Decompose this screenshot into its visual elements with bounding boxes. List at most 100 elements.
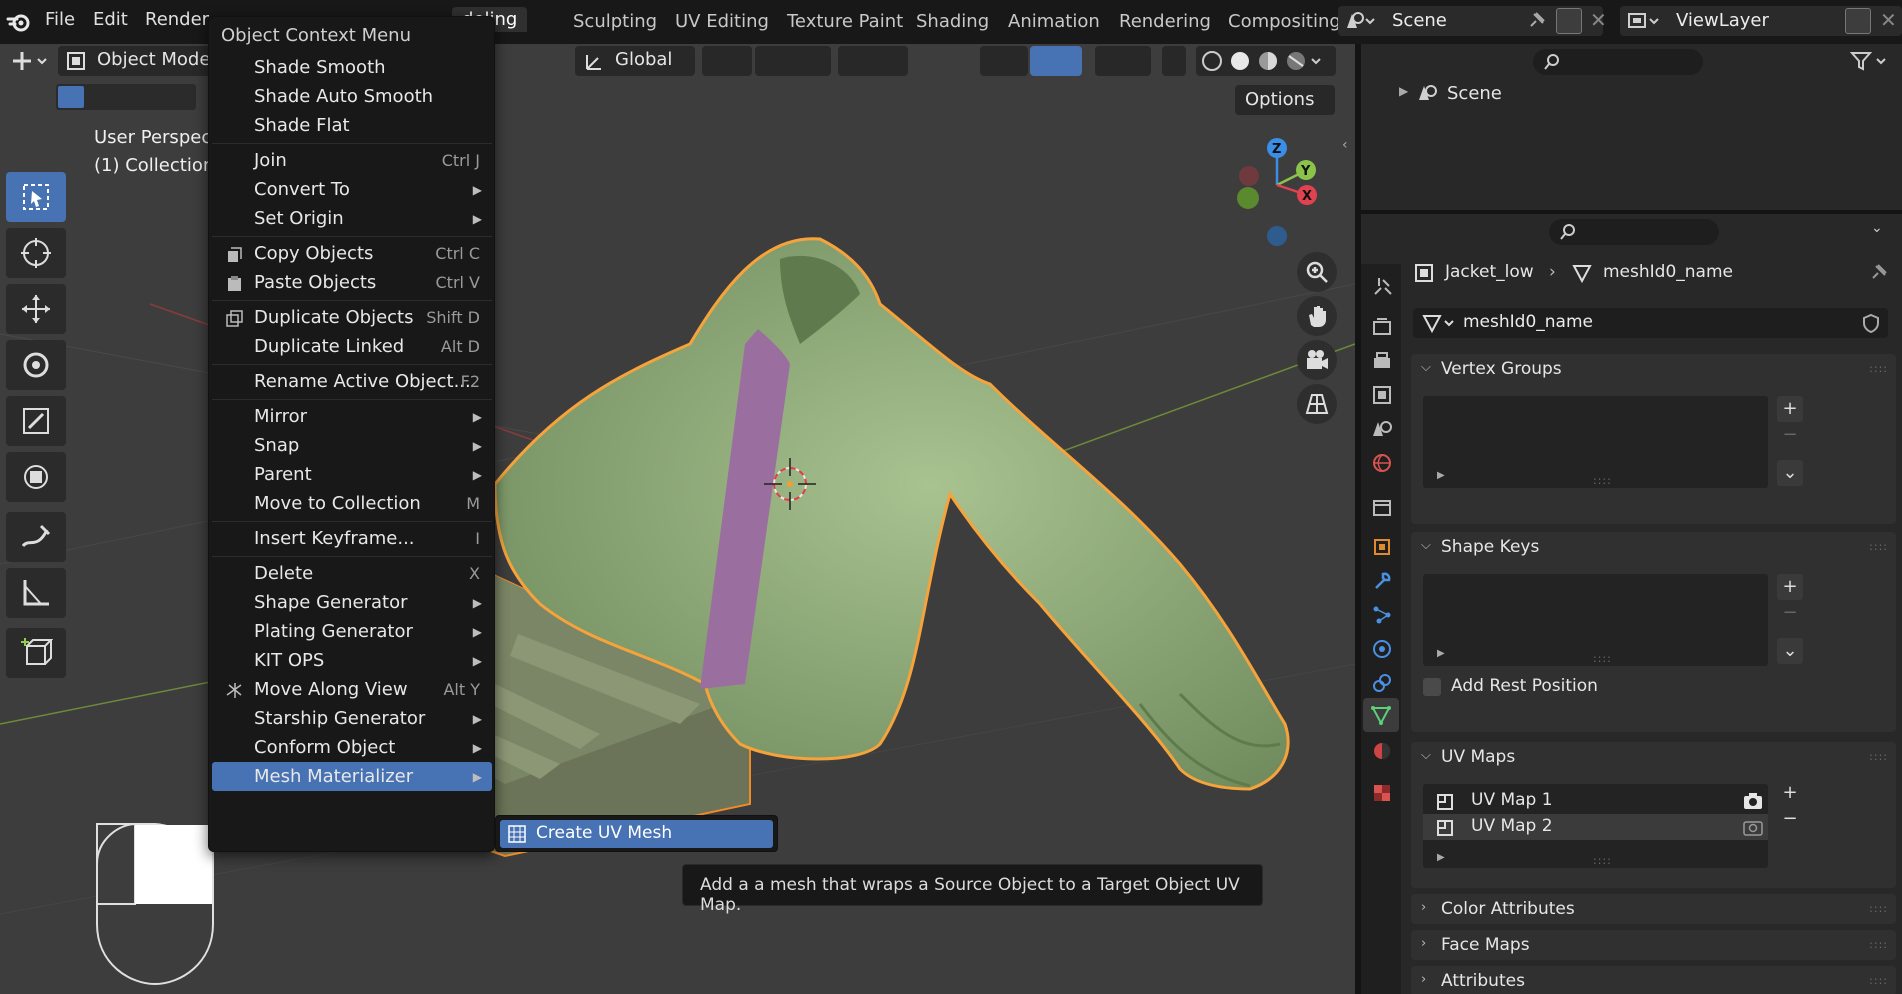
world-tab-icon[interactable]	[1371, 452, 1393, 474]
vertex-groups-list[interactable]: ▶ ::::	[1423, 396, 1768, 488]
menu-item-kit-ops[interactable]: KIT OPS ▶	[212, 646, 492, 675]
list-resize-grip[interactable]: ::::	[1593, 474, 1612, 487]
menu-item-delete[interactable]: Delete X	[212, 559, 492, 588]
panel-grip-icon[interactable]: ::::	[1869, 750, 1888, 763]
scale-tool[interactable]	[6, 396, 66, 446]
menu-item-duplicate-linked[interactable]: Duplicate Linked Alt D	[212, 332, 492, 361]
collection-tab-icon[interactable]	[1371, 496, 1393, 518]
menu-item-mesh-materializer[interactable]: Mesh Materializer ▶	[212, 762, 492, 791]
panel-grip-icon[interactable]: ::::	[1869, 974, 1888, 987]
uv-map-row[interactable]: UV Map 2	[1423, 814, 1768, 840]
selection-mode-group[interactable]	[56, 84, 196, 110]
measure-tool[interactable]	[6, 568, 66, 618]
proportional-editing-toggle[interactable]	[838, 46, 908, 76]
menu-item-plating-generator[interactable]: Plating Generator ▶	[212, 617, 492, 646]
face-maps-panel[interactable]: › Face Maps ::::	[1411, 930, 1896, 960]
rotate-tool[interactable]	[6, 340, 66, 390]
remove-uv-map-button[interactable]: −	[1777, 806, 1803, 832]
menu-item-snap[interactable]: Snap ▶	[212, 431, 492, 460]
delete-view-layer-icon[interactable]: ✕	[1880, 8, 1897, 32]
view-layer-name[interactable]: ViewLayer	[1676, 10, 1769, 31]
snapping-toggle[interactable]	[755, 46, 831, 76]
particles-tab-icon[interactable]	[1371, 604, 1393, 626]
outliner-search-input[interactable]	[1533, 49, 1703, 75]
menu-item-convert-to[interactable]: Convert To ▶	[212, 175, 492, 204]
add-uv-map-button[interactable]: +	[1777, 780, 1803, 806]
list-expand-icon[interactable]: ▶	[1437, 470, 1445, 481]
annotate-tool[interactable]	[6, 512, 66, 562]
properties-editor-type[interactable]	[1369, 218, 1417, 248]
new-scene-button[interactable]	[1556, 8, 1582, 34]
tab-sculpting[interactable]: Sculpting	[573, 11, 657, 32]
tab-shading[interactable]: Shading	[916, 11, 989, 32]
move-tool[interactable]	[6, 284, 66, 334]
render-camera-icon[interactable]	[1743, 818, 1763, 836]
panel-grip-icon[interactable]: ::::	[1869, 938, 1888, 951]
editor-type-icon[interactable]	[10, 50, 52, 72]
object-tab-icon[interactable]	[1371, 536, 1393, 558]
active-render-camera-icon[interactable]	[1743, 792, 1763, 810]
collapse-caret-icon[interactable]: ⌵	[1421, 538, 1431, 553]
navigation-gizmo[interactable]: Z Y X	[1220, 130, 1330, 250]
transform-tool[interactable]	[6, 452, 66, 502]
add-shape-key-button[interactable]: +	[1777, 574, 1803, 600]
menu-render[interactable]: Render	[145, 9, 209, 30]
attributes-panel[interactable]: › Attributes ::::	[1411, 966, 1896, 994]
tab-animation[interactable]: Animation	[1008, 11, 1100, 32]
menu-item-set-origin[interactable]: Set Origin ▶	[212, 204, 492, 233]
properties-options-icon[interactable]: ⌄	[1871, 220, 1883, 236]
menu-item-shade-auto-smooth[interactable]: Shade Auto Smooth	[212, 82, 492, 111]
scene-name[interactable]: Scene	[1392, 10, 1447, 31]
create-uv-mesh-item[interactable]: Create UV Mesh	[500, 820, 773, 848]
remove-vertex-group-button[interactable]: −	[1777, 422, 1803, 448]
menu-item-move-along-view[interactable]: Move Along View Alt Y	[212, 675, 492, 704]
expand-scene-icon[interactable]: ▶	[1399, 84, 1408, 98]
menu-item-rename-active-object[interactable]: Rename Active Object... F2	[212, 367, 492, 396]
tool-tab-icon[interactable]	[1371, 276, 1393, 298]
render-tab-icon[interactable]	[1371, 316, 1393, 338]
output-tab-icon[interactable]	[1371, 350, 1393, 372]
visibility-dropdown[interactable]	[980, 46, 1028, 76]
menu-item-shade-smooth[interactable]: Shade Smooth	[212, 53, 492, 82]
menu-item-mirror[interactable]: Mirror ▶	[212, 402, 492, 431]
shape-key-menu-button[interactable]: ⌄	[1777, 638, 1803, 664]
mesh-browse-icon[interactable]	[1421, 313, 1455, 333]
uv-maps-title[interactable]: UV Maps	[1441, 747, 1515, 767]
shape-keys-title[interactable]: Shape Keys	[1441, 537, 1539, 557]
fake-user-shield-icon[interactable]	[1861, 313, 1881, 333]
add-cube-tool[interactable]	[6, 628, 66, 678]
blender-logo-icon[interactable]	[6, 9, 32, 35]
scene-tab-icon[interactable]	[1371, 418, 1393, 440]
sidebar-toggle-icon[interactable]: ‹	[1342, 137, 1348, 153]
camera-view-button[interactable]	[1297, 340, 1337, 380]
list-resize-grip[interactable]: ::::	[1593, 652, 1612, 665]
outliner-editor-type[interactable]	[1369, 48, 1417, 78]
expand-caret-icon[interactable]: ›	[1421, 972, 1426, 987]
tab-uv-editing[interactable]: UV Editing	[675, 11, 769, 32]
pin-icon[interactable]	[1869, 262, 1889, 282]
cursor-tool[interactable]	[6, 228, 66, 278]
menu-item-paste-objects[interactable]: Paste Objects Ctrl V	[212, 268, 492, 297]
vertex-groups-title[interactable]: Vertex Groups	[1441, 359, 1562, 379]
menu-item-move-to-collection[interactable]: Move to Collection M	[212, 489, 492, 518]
modifier-tab-icon[interactable]	[1371, 570, 1393, 592]
panel-grip-icon[interactable]: ::::	[1869, 362, 1888, 375]
vertex-group-menu-button[interactable]: ⌄	[1777, 460, 1803, 486]
perspective-toggle-button[interactable]	[1297, 384, 1337, 424]
menu-item-parent[interactable]: Parent ▶	[212, 460, 492, 489]
gizmo-toggle[interactable]	[1030, 46, 1082, 76]
list-expand-icon[interactable]: ▶	[1437, 648, 1445, 659]
color-attributes-panel[interactable]: › Color Attributes ::::	[1411, 894, 1896, 924]
constraints-tab-icon[interactable]	[1371, 672, 1393, 694]
properties-search-input[interactable]	[1549, 219, 1719, 245]
panel-grip-icon[interactable]: ::::	[1869, 902, 1888, 915]
expand-caret-icon[interactable]: ›	[1421, 900, 1426, 915]
texture-tab-icon[interactable]	[1371, 782, 1393, 804]
filter-icon[interactable]	[1849, 50, 1889, 72]
data-tab-active[interactable]	[1363, 698, 1399, 732]
tab-rendering[interactable]: Rendering	[1119, 11, 1211, 32]
panel-grip-icon[interactable]: ::::	[1869, 540, 1888, 553]
menu-edit[interactable]: Edit	[93, 9, 128, 30]
tab-compositing[interactable]: Compositing	[1228, 11, 1341, 32]
menu-item-insert-keyframe[interactable]: Insert Keyframe... I	[212, 524, 492, 553]
